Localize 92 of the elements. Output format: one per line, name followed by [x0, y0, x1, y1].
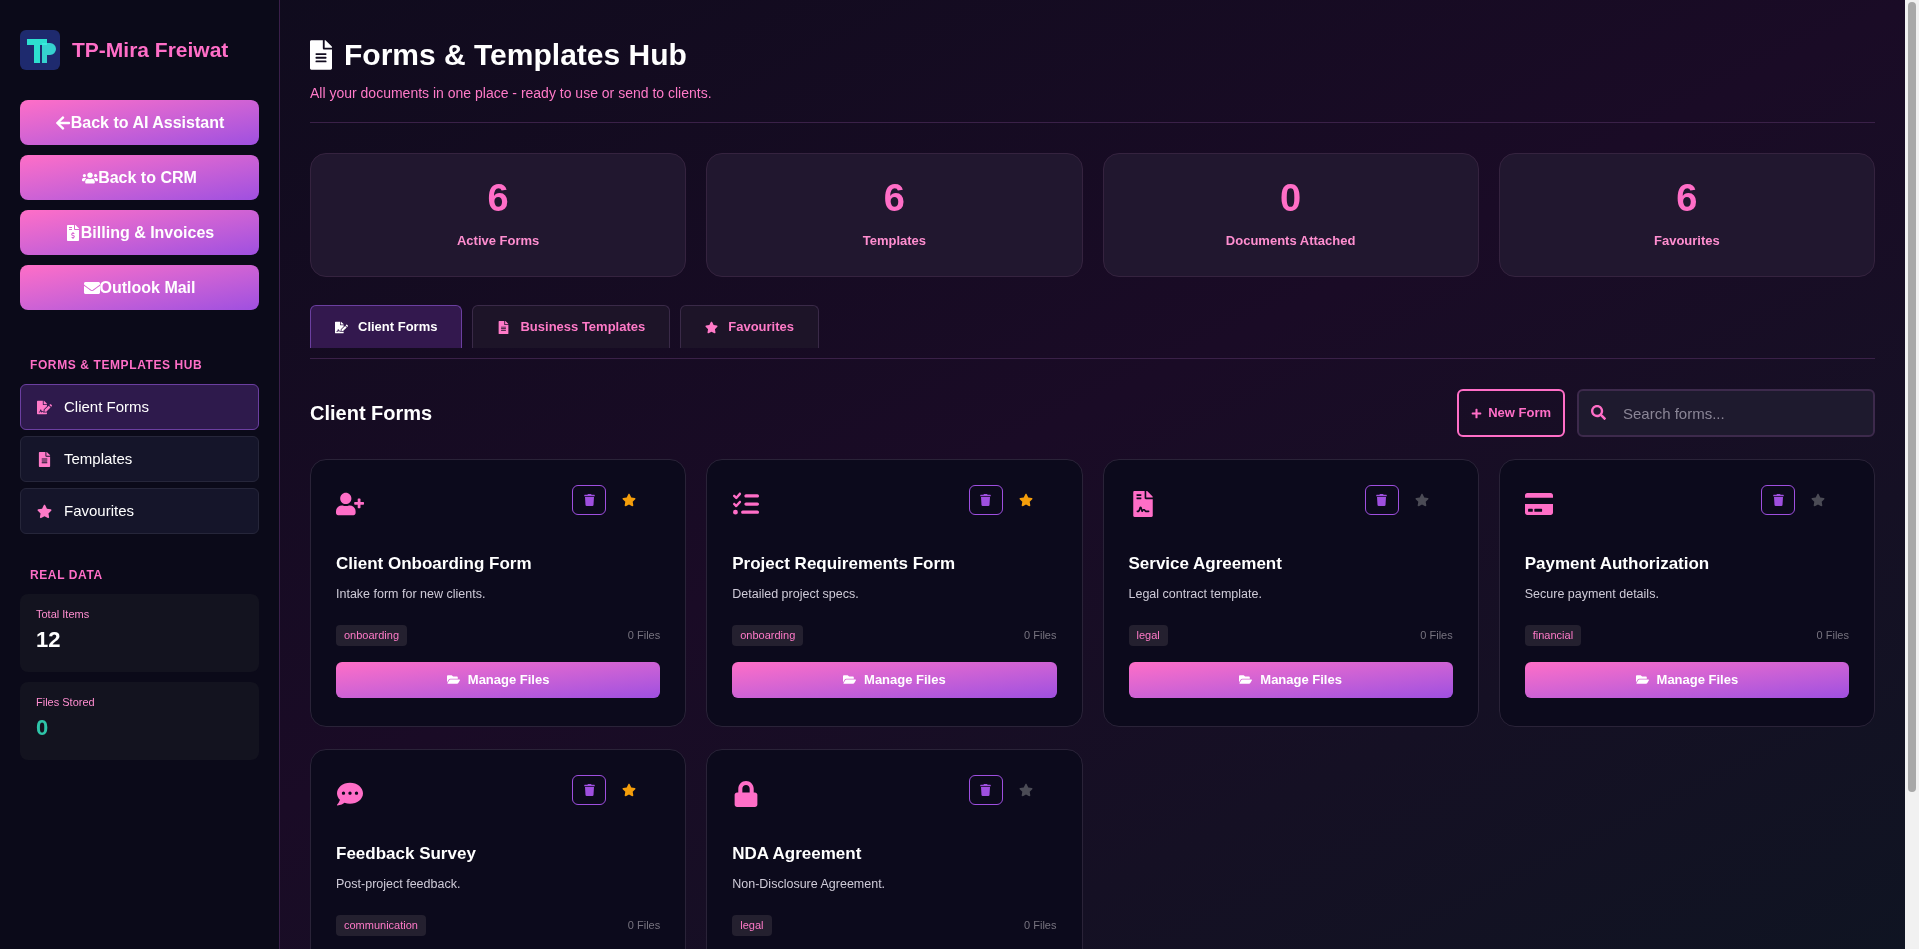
manage-files-button[interactable]: Manage Files: [1524, 661, 1849, 698]
stat-label: Documents Attached: [1225, 232, 1356, 251]
trash-icon: [583, 494, 595, 506]
stat-value: 0: [36, 713, 50, 742]
document-icon: [37, 451, 52, 467]
stat-value: 0: [1280, 179, 1302, 218]
nav-button[interactable]: Back to CRM: [20, 155, 259, 200]
folder-icon: [1635, 673, 1649, 687]
stat-label: Templates: [862, 232, 927, 251]
folder-icon: [1239, 673, 1253, 687]
delete-button[interactable]: [968, 775, 1003, 805]
card-title: Service Agreement: [1128, 553, 1283, 575]
logo-icon: [20, 30, 60, 70]
sidebar-item[interactable]: Favourites: [20, 488, 259, 534]
card-title: Client Onboarding Form: [336, 553, 533, 575]
delete-button[interactable]: [572, 775, 607, 805]
category-tag: onboarding: [732, 625, 804, 646]
stat-value: 6: [487, 179, 509, 218]
nav-button[interactable]: Back to AI Assistant: [20, 100, 259, 145]
search-icon: [1591, 405, 1606, 420]
manage-files-button[interactable]: Manage Files: [336, 661, 661, 698]
stat-label: Favourites: [1654, 232, 1720, 251]
chat-bubble-icon: [336, 781, 364, 807]
signed-document-icon: [335, 320, 348, 334]
add-user-icon: [336, 491, 364, 517]
brand-name: TP-Mira Freiwat: [72, 37, 229, 64]
trash-icon: [1376, 494, 1388, 506]
star-icon: [37, 503, 52, 519]
stat-value: 6: [1676, 179, 1698, 218]
category-tag: financial: [1524, 625, 1582, 646]
category-tag: communication: [336, 915, 426, 936]
tab[interactable]: Favourites: [680, 305, 819, 348]
card-description: Legal contract template.: [1128, 585, 1263, 603]
page-subtitle: All your documents in one place - ready to use or send to clients.: [310, 84, 713, 103]
card-title: NDA Agreement: [732, 843, 863, 865]
trash-icon: [980, 784, 991, 796]
stat-label: Active Forms: [456, 232, 540, 251]
trash-icon: [980, 494, 991, 506]
file-count: 0 Files: [627, 918, 661, 934]
file-count: 0 Files: [627, 628, 661, 644]
folder-icon: [446, 673, 460, 687]
sidebar-item[interactable]: Templates: [20, 436, 259, 482]
category-tag: legal: [732, 915, 772, 936]
card-title: Feedback Survey: [336, 843, 477, 865]
signed-document-icon: [37, 399, 52, 415]
file-count: 0 Files: [1420, 628, 1453, 644]
stat-value: 6: [883, 179, 905, 218]
scrollbar[interactable]: [1905, 0, 1919, 949]
stat-label: Files Stored: [36, 695, 96, 710]
credit-card-icon: [1524, 491, 1553, 517]
search-field[interactable]: Search forms...: [1577, 389, 1875, 437]
tab[interactable]: Business Templates: [472, 305, 671, 348]
section-title: REAL DATA: [30, 567, 104, 584]
star-icon: [705, 320, 719, 334]
stat-value: 12: [36, 625, 62, 654]
page-title: Forms & Templates Hub: [344, 37, 687, 73]
manage-files-button[interactable]: Manage Files: [1128, 661, 1453, 698]
sidebar-item[interactable]: Client Forms: [20, 384, 259, 430]
envelope-icon: [83, 279, 100, 296]
trash-icon: [1772, 494, 1784, 506]
card-title: Payment Authorization: [1524, 553, 1711, 575]
delete-button[interactable]: [572, 485, 607, 515]
card-description: Secure payment details.: [1524, 585, 1660, 603]
document-icon: [310, 39, 332, 70]
category-tag: onboarding: [336, 625, 408, 646]
nav-button[interactable]: Billing & Invoices: [20, 210, 259, 255]
document-icon: [497, 320, 511, 334]
delete-button[interactable]: [968, 485, 1003, 515]
checklist-icon: [732, 491, 761, 517]
tab[interactable]: Client Forms: [310, 305, 463, 348]
new-form-button[interactable]: New Form: [1457, 389, 1565, 437]
plus-icon: [1471, 407, 1483, 419]
category-tag: legal: [1128, 625, 1168, 646]
arrow-left-icon: [54, 114, 71, 131]
section-title: FORMS & TEMPLATES HUB: [30, 357, 204, 374]
file-count: 0 Files: [1024, 628, 1057, 644]
card-title: Project Requirements Form: [732, 553, 957, 575]
section-heading: Client Forms: [310, 401, 433, 426]
delete-button[interactable]: [1761, 485, 1795, 515]
file-count: 0 Files: [1816, 628, 1849, 644]
card-description: Detailed project specs.: [732, 585, 860, 603]
card-description: Intake form for new clients.: [336, 585, 487, 603]
trash-icon: [583, 784, 595, 796]
invoice-icon: [64, 224, 81, 241]
card-description: Post-project feedback.: [336, 875, 462, 893]
manage-files-button[interactable]: Manage Files: [732, 661, 1057, 698]
folder-icon: [843, 673, 857, 687]
card-description: Non-Disclosure Agreement.: [732, 875, 887, 893]
delete-button[interactable]: [1364, 485, 1399, 515]
nav-button[interactable]: Outlook Mail: [20, 265, 259, 310]
stat-label: Total Items: [36, 607, 91, 622]
file-count: 0 Files: [1024, 918, 1057, 934]
